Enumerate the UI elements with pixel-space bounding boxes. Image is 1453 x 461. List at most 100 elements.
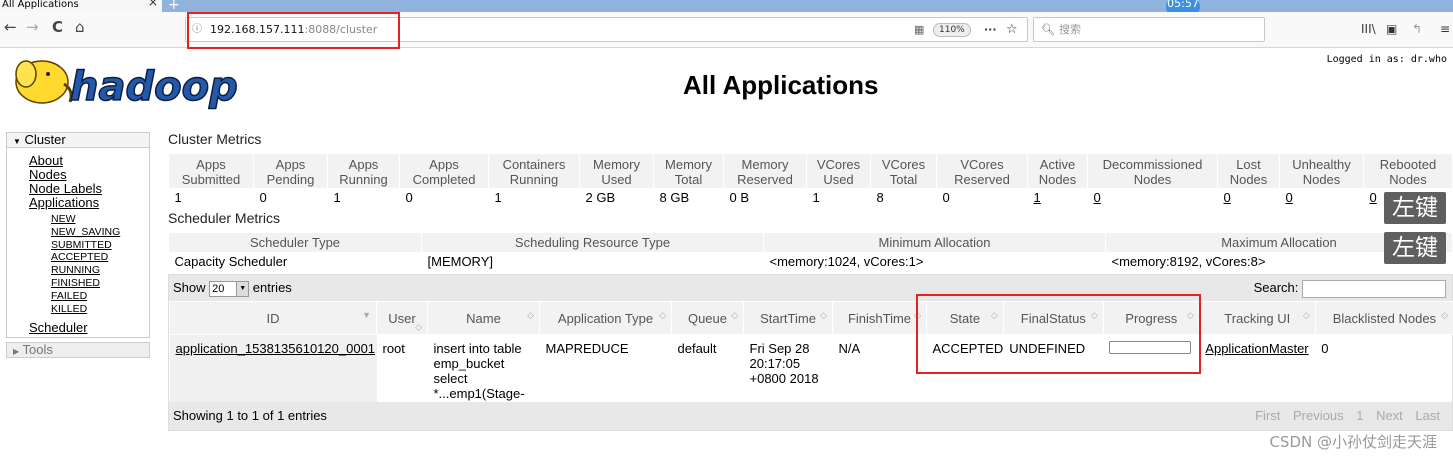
- page-size-select[interactable]: 20 ▼: [209, 280, 250, 297]
- metric-header: Apps Completed: [399, 153, 489, 189]
- menu-icon[interactable]: ≡: [1440, 22, 1450, 36]
- app-id-link[interactable]: application_1538135610120_0001: [176, 341, 376, 356]
- active-nodes-link[interactable]: 1: [1034, 190, 1041, 205]
- state-link-new-saving[interactable]: NEW_SAVING: [51, 226, 149, 239]
- pager-next-button[interactable]: Next: [1376, 408, 1403, 423]
- reload-icon[interactable]: C: [52, 18, 63, 36]
- sidebar-item-scheduler[interactable]: Scheduler: [29, 321, 149, 335]
- decommissioned-nodes-link[interactable]: 0: [1094, 190, 1101, 205]
- scheduler-value-row: Capacity Scheduler [MEMORY] <memory:1024…: [169, 253, 1453, 271]
- forward-icon[interactable]: →: [26, 18, 39, 36]
- close-icon[interactable]: ×: [148, 0, 158, 8]
- metric-header: VCores Total: [870, 153, 937, 189]
- metrics-value-row: 1 0 1 0 1 2 GB 8 GB 0 B 1 8 0 1 0 0 0 0: [168, 188, 1453, 207]
- application-master-link[interactable]: ApplicationMaster: [1205, 341, 1308, 356]
- sidebar-item-applications[interactable]: Applications: [29, 196, 149, 210]
- undo-icon[interactable]: ↰: [1412, 22, 1422, 36]
- logged-in-label: Logged in as: dr.who: [1326, 54, 1447, 65]
- metric-header: Rebooted Nodes: [1363, 153, 1453, 189]
- hadoop-logo: hadoop: [8, 54, 258, 116]
- table-search-input[interactable]: [1302, 279, 1446, 298]
- state-link-killed[interactable]: KILLED: [51, 303, 149, 316]
- sort-icon: ◇: [527, 310, 534, 320]
- metric-header: VCores Reserved: [936, 153, 1028, 189]
- search-input[interactable]: 🔍︎ 搜索: [1033, 17, 1265, 42]
- metric-header: Apps Pending: [253, 153, 328, 189]
- tools-section-header[interactable]: ▶ Tools: [6, 342, 150, 359]
- highlight-url-box: [187, 12, 400, 49]
- pagination: First Previous 1 Next Last: [1246, 402, 1440, 430]
- column-label: ID: [266, 310, 280, 326]
- cluster-metrics-table: Apps Submitted Apps Pending Apps Running…: [168, 153, 1453, 207]
- rebooted-nodes-link[interactable]: 0: [1370, 190, 1377, 205]
- search-icon: 🔍︎: [1041, 23, 1055, 36]
- column-header-blacklisted-nodes[interactable]: Blacklisted Nodes ◇: [1314, 301, 1453, 335]
- highlight-state-box: [916, 294, 1201, 374]
- metric-header: Memory Used: [579, 153, 654, 189]
- pager-previous-button[interactable]: Previous: [1293, 408, 1344, 423]
- sort-icon: ◇: [659, 310, 666, 320]
- metric-value: 0: [1217, 188, 1280, 207]
- state-link-failed[interactable]: FAILED: [51, 290, 149, 303]
- metric-value: 0: [399, 188, 489, 207]
- column-label: StartTime: [760, 310, 816, 326]
- qr-code-icon[interactable]: ▦: [914, 18, 924, 41]
- pager-last-button[interactable]: Last: [1415, 408, 1440, 423]
- back-icon[interactable]: ←: [4, 18, 17, 36]
- column-header-starttime[interactable]: StartTime ◇: [743, 301, 833, 335]
- scheduler-value: <memory:1024, vCores:1>: [769, 254, 924, 270]
- browser-tab[interactable]: All Applications ×: [0, 0, 162, 12]
- column-header-finishtime[interactable]: FinishTime ◇: [832, 301, 927, 335]
- cluster-section-header[interactable]: ▼ Cluster: [6, 132, 150, 148]
- metric-value: 0 B: [723, 188, 807, 207]
- column-label: Blacklisted Nodes: [1332, 310, 1437, 326]
- metric-header: Lost Nodes: [1217, 153, 1280, 189]
- metric-header: Memory Reserved: [723, 153, 807, 189]
- column-label: Queue: [687, 310, 728, 326]
- entries-label: entries: [252, 280, 292, 295]
- lost-nodes-link[interactable]: 0: [1224, 190, 1231, 205]
- state-link-submitted[interactable]: SUBMITTED: [51, 239, 149, 252]
- column-header-user[interactable]: User ◇: [376, 301, 428, 335]
- state-link-new[interactable]: NEW: [51, 213, 149, 226]
- scheduler-metrics-title: Scheduler Metrics: [168, 210, 281, 226]
- sidebar-item-nodes[interactable]: Nodes: [29, 168, 149, 182]
- metric-value: 0: [1279, 188, 1364, 207]
- column-header-queue[interactable]: Queue ◇: [671, 301, 744, 335]
- scheduler-value: Capacity Scheduler: [174, 254, 288, 270]
- metric-value: 8: [870, 188, 937, 207]
- apps-header-row: ID ▼ User ◇ Name ◇ Application Type ◇ Queue ◇…: [169, 301, 1453, 335]
- state-link-finished[interactable]: FINISHED: [51, 277, 149, 290]
- metric-header: Apps Running: [327, 153, 400, 189]
- unhealthy-nodes-link[interactable]: 0: [1286, 190, 1293, 205]
- zoom-level[interactable]: 110%: [933, 23, 971, 37]
- home-icon[interactable]: ⌂: [75, 18, 85, 36]
- sidebar: ▼ Cluster About Nodes Node Labels Applic…: [6, 132, 150, 359]
- column-header-tracking-ui[interactable]: Tracking UI ◇: [1198, 301, 1316, 335]
- column-header-application-type[interactable]: Application Type ◇: [539, 301, 672, 335]
- column-label: Name: [466, 310, 501, 326]
- metric-header: Active Nodes: [1027, 153, 1088, 189]
- metrics-header-row: Apps Submitted Apps Pending Apps Running…: [168, 153, 1453, 189]
- sidebar-icon[interactable]: ▣: [1386, 22, 1397, 36]
- sidebar-item-node-labels[interactable]: Node Labels: [29, 182, 149, 196]
- table-search: Search:: [1254, 275, 1446, 301]
- bookmark-star-icon[interactable]: ☆: [1006, 18, 1018, 41]
- state-link-accepted[interactable]: ACCEPTED: [51, 251, 149, 264]
- metric-value: 0: [936, 188, 1028, 207]
- pager-first-button[interactable]: First: [1255, 408, 1280, 423]
- more-icon[interactable]: ···: [984, 18, 997, 41]
- metric-value: 1: [806, 188, 871, 207]
- sort-icon: ◇: [415, 322, 422, 332]
- scheduler-header-row: Scheduler Type Scheduling Resource Type …: [168, 232, 1453, 253]
- sidebar-item-about[interactable]: About: [29, 154, 149, 168]
- column-header-name[interactable]: Name ◇: [427, 301, 540, 335]
- column-label: Tracking UI: [1224, 310, 1291, 326]
- state-link-running[interactable]: RUNNING: [51, 264, 149, 277]
- scheduler-header: Scheduling Resource Type: [421, 232, 764, 253]
- library-icon[interactable]: III\: [1361, 22, 1376, 36]
- pager-page-button[interactable]: 1: [1356, 408, 1363, 423]
- metric-header: Apps Submitted: [168, 153, 254, 189]
- cluster-metrics-title: Cluster Metrics: [168, 131, 262, 147]
- column-header-id[interactable]: ID ▼: [169, 301, 377, 335]
